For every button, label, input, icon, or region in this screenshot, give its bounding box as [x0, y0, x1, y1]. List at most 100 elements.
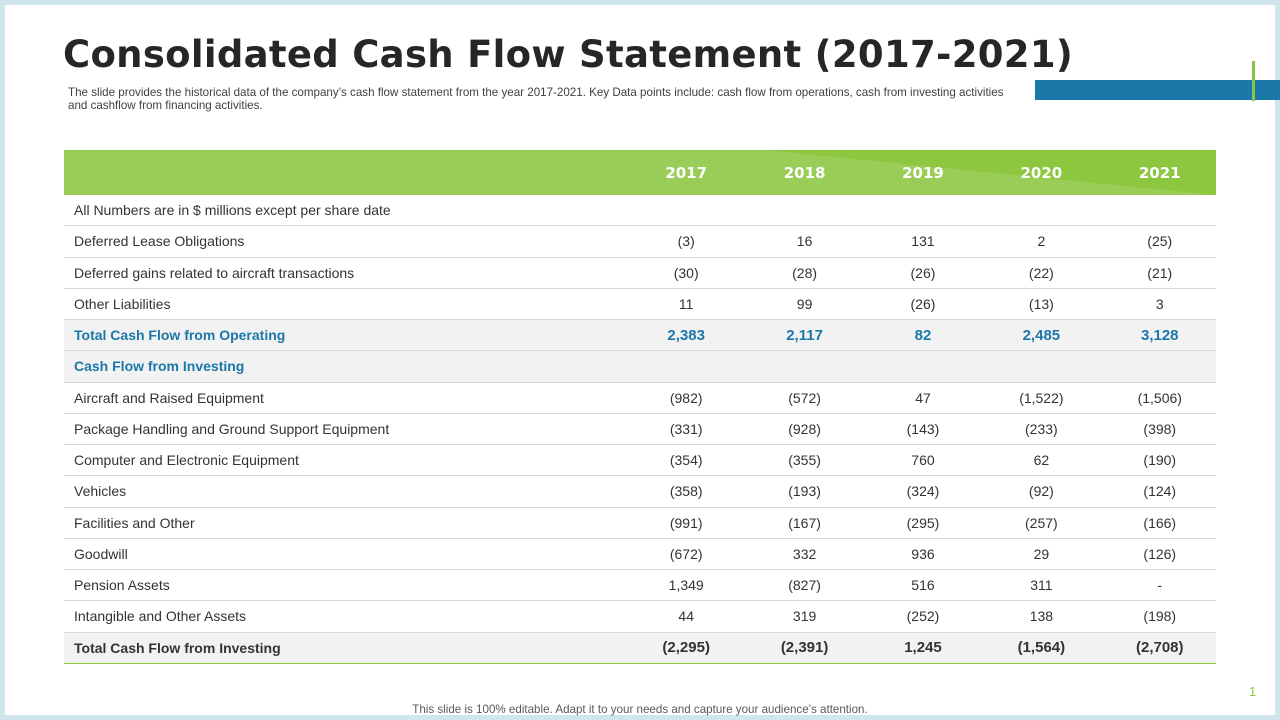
row-label: Total Cash Flow from Operating [74, 327, 286, 344]
value-cell: (295) [906, 514, 940, 531]
footer-note: This slide is 100% editable. Adapt it to… [412, 703, 868, 716]
value-cell: (991) [669, 514, 703, 531]
value-cell: 332 [792, 545, 817, 562]
accent-bar [1035, 80, 1280, 100]
value-cell: (126) [1143, 545, 1177, 562]
value-cell: (167) [788, 514, 821, 531]
value-cell: 11 [678, 295, 694, 312]
table-row: Deferred gains related to aircraft trans… [64, 258, 1216, 289]
value-cell: (398) [1143, 420, 1177, 437]
value-cell: 1,245 [904, 639, 942, 657]
value-cell: 2,383 [667, 326, 705, 344]
value-cell: (28) [792, 264, 818, 281]
table-body: All Numbers are in $ millions except per… [64, 195, 1216, 664]
value-cell: 2,485 [1022, 326, 1061, 344]
row-label: Total Cash Flow from Investing [74, 639, 281, 656]
table-row: Facilities and Other (991) (167) (295) (257)… [64, 508, 1216, 539]
value-cell: (257) [1025, 514, 1058, 531]
value-cell: (22) [1028, 264, 1054, 281]
table-row: Total Cash Flow from Investing (2,295) (2,… [64, 632, 1216, 664]
value-cell: (124) [1143, 483, 1177, 500]
value-cell: (26) [910, 264, 936, 281]
row-label: Other Liabilities [74, 295, 171, 312]
value-cell: (166) [1143, 514, 1177, 531]
row-label: All Numbers are in $ millions except per… [74, 202, 391, 219]
table-row: Goodwill (672) 332 936 29 (126) [64, 539, 1216, 570]
value-cell: 311 [1030, 577, 1053, 594]
value-cell: 2,117 [786, 326, 823, 344]
value-cell: (30) [673, 264, 699, 281]
value-cell: (26) [910, 295, 936, 312]
value-cell: 3 [1155, 295, 1164, 312]
table-row: Intangible and Other Assets 44 319 (252) 138… [64, 601, 1216, 633]
row-label: Intangible and Other Assets [74, 608, 246, 625]
value-cell: 319 [792, 608, 817, 625]
cash-flow-table: 2017 2018 2019 2020 2021 All Numbers are in … [64, 150, 1216, 664]
value-cell: (21) [1147, 264, 1173, 281]
value-cell: (1,506) [1137, 389, 1182, 406]
value-cell: - [1157, 577, 1163, 594]
table-row: Pension Assets 1,349 (827) 516 311 - [64, 570, 1216, 602]
row-label: Facilities and Other [74, 514, 195, 531]
value-cell: 99 [796, 295, 813, 312]
table-row: Other Liabilities 11 99 (26) (13) 3 [64, 289, 1216, 320]
table-row: Aircraft and Raised Equipment (982) (572) 4… [64, 383, 1216, 414]
value-cell: (355) [788, 452, 821, 469]
value-cell: 131 [911, 233, 935, 250]
value-cell: (331) [669, 420, 703, 437]
value-cell: (25) [1147, 233, 1173, 250]
value-cell: (143) [906, 420, 940, 437]
value-cell: (354) [669, 452, 703, 469]
value-cell: (982) [669, 389, 703, 406]
value-cell: (1,522) [1019, 389, 1064, 406]
value-cell: 3,128 [1140, 326, 1179, 344]
slide-title: Consolidated Cash Flow Statement (2017-2… [63, 33, 1074, 76]
value-cell: (2,295) [662, 639, 710, 657]
table-row: Deferred Lease Obligations (3) 16 131 2 (25) [64, 226, 1216, 258]
table-row: Computer and Electronic Equipment (354) (3… [64, 445, 1216, 477]
row-label: Vehicles [74, 483, 127, 500]
row-label: Package Handling and Ground Support Equi… [74, 420, 390, 437]
table-row: All Numbers are in $ millions except per… [64, 195, 1216, 227]
value-cell: (252) [906, 608, 940, 625]
value-cell: (92) [1028, 483, 1054, 500]
value-cell: 44 [678, 608, 694, 625]
table-row: Cash Flow from Investing [64, 351, 1216, 383]
value-cell: (827) [788, 577, 821, 594]
value-cell: 29 [1033, 545, 1050, 562]
slide-subtitle: The slide provides the historical data o… [68, 86, 1004, 112]
value-cell: 760 [911, 452, 935, 469]
value-cell: (13) [1028, 295, 1054, 312]
value-cell: (572) [788, 389, 821, 406]
value-cell: (2,391) [780, 639, 829, 657]
value-cell: 138 [1029, 608, 1054, 625]
row-label: Aircraft and Raised Equipment [74, 389, 264, 406]
row-label: Deferred gains related to aircraft trans… [74, 264, 355, 281]
column-header-year: 2020 [1020, 163, 1063, 182]
value-cell: (928) [788, 420, 821, 437]
value-cell: 936 [911, 545, 935, 562]
value-cell: (3) [677, 233, 695, 250]
value-cell: (233) [1025, 420, 1058, 437]
value-cell: (1,564) [1017, 639, 1066, 657]
table-row: Total Cash Flow from Operating 2,383 2,117… [64, 320, 1216, 352]
value-cell: (358) [669, 483, 703, 500]
value-cell: 516 [911, 577, 935, 594]
value-cell: 2 [1037, 233, 1046, 250]
value-cell: (198) [1143, 608, 1177, 625]
value-cell: (193) [788, 483, 821, 500]
row-label: Goodwill [74, 545, 128, 562]
column-header-year: 2017 [665, 163, 708, 182]
accent-line [1252, 61, 1255, 101]
row-label: Pension Assets [74, 577, 170, 594]
value-cell: (190) [1143, 452, 1177, 469]
header-row: 2017 2018 2019 2020 2021 [64, 150, 1216, 195]
value-cell: (324) [906, 483, 940, 500]
row-label: Cash Flow from Investing [74, 358, 245, 375]
page-number: 1 [1249, 684, 1257, 699]
value-cell: (672) [669, 545, 703, 562]
value-cell: 47 [915, 389, 931, 406]
value-cell: 1,349 [668, 577, 704, 594]
value-cell: (2,708) [1135, 639, 1184, 657]
table-row: Vehicles (358) (193) (324) (92) (124) [64, 476, 1216, 508]
